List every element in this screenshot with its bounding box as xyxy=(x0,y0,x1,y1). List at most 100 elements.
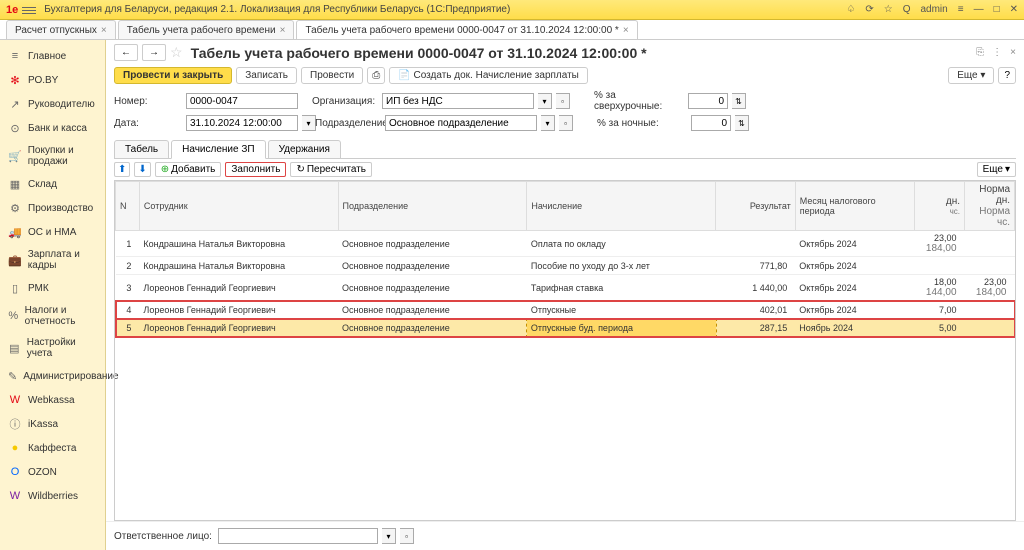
calendar-icon[interactable]: ▾ xyxy=(302,115,316,131)
help-button[interactable]: ? xyxy=(998,67,1016,84)
pct-night-field[interactable] xyxy=(691,115,731,131)
dropdown-icon[interactable]: ▾ xyxy=(382,528,396,544)
sidebar-item[interactable]: %Налоги и отчетность xyxy=(0,300,105,332)
write-button[interactable]: Записать xyxy=(236,67,297,84)
pct-over-label: % за сверхурочные: xyxy=(594,90,684,112)
add-row-button[interactable]: ⊕Добавить xyxy=(155,162,222,177)
table-row[interactable]: 5Лореонов Геннадий ГеоргиевичОсновное по… xyxy=(116,319,1015,337)
col-accr[interactable]: Начисление xyxy=(527,182,716,231)
dept-field[interactable] xyxy=(385,115,537,131)
user-label[interactable]: admin xyxy=(920,4,947,15)
open-icon[interactable]: ▫ xyxy=(400,528,414,544)
table-row[interactable]: 1Кондрашина Наталья ВикторовнаОсновное п… xyxy=(116,231,1015,257)
nav-fwd-button[interactable]: → xyxy=(142,44,166,61)
table-row[interactable]: 2Кондрашина Наталья ВикторовнаОсновное п… xyxy=(116,257,1015,275)
favorite-icon[interactable]: ☆ xyxy=(884,4,893,15)
sidebar-icon: O xyxy=(8,465,22,479)
sidebar-item[interactable]: ⓘiKassa xyxy=(0,412,105,436)
sidebar-item[interactable]: ▦Склад xyxy=(0,172,105,196)
date-field[interactable] xyxy=(186,115,298,131)
sidebar-item[interactable]: WWildberries xyxy=(0,484,105,508)
tab-timesheet-list[interactable]: Табель учета рабочего времени× xyxy=(118,20,295,39)
sidebar-item[interactable]: ✻РО.BY xyxy=(0,68,105,92)
col-dept[interactable]: Подразделение xyxy=(338,182,527,231)
search-icon[interactable]: Q xyxy=(903,4,911,15)
close-icon[interactable]: × xyxy=(623,25,629,36)
settings-icon[interactable]: ≡ xyxy=(958,4,964,15)
pct-over-field[interactable] xyxy=(688,93,728,109)
app-logo: 1e xyxy=(6,4,18,16)
col-emp[interactable]: Сотрудник xyxy=(139,182,338,231)
pct-night-label: % за ночные: xyxy=(597,118,687,129)
data-table[interactable]: N Сотрудник Подразделение Начисление Рез… xyxy=(114,180,1016,521)
col-n[interactable]: N xyxy=(116,182,140,231)
tab-timesheet-doc[interactable]: Табель учета рабочего времени 0000-0047 … xyxy=(296,20,637,39)
col-period[interactable]: Месяц налогового периода xyxy=(795,182,914,231)
sidebar-item[interactable]: ●Каффеста xyxy=(0,436,105,460)
sidebar-item[interactable]: ≡Главное xyxy=(0,44,105,68)
more-button[interactable]: Еще ▾ xyxy=(948,67,994,84)
menu-icon[interactable] xyxy=(22,5,36,15)
sidebar-item[interactable]: ⚙Производство xyxy=(0,196,105,220)
history-icon[interactable]: ⟳ xyxy=(865,4,873,15)
sidebar-label: ОС и НМА xyxy=(28,227,76,238)
star-icon[interactable]: ☆ xyxy=(170,44,183,61)
open-icon[interactable]: ▫ xyxy=(556,93,570,109)
number-field[interactable] xyxy=(186,93,298,109)
sidebar-icon: ✻ xyxy=(8,73,22,87)
close-icon[interactable]: × xyxy=(280,25,286,36)
sidebar-item[interactable]: 🚚ОС и НМА xyxy=(0,220,105,244)
movements-button[interactable]: ⎙ xyxy=(367,67,385,84)
sidebar-item[interactable]: ▯РМК xyxy=(0,276,105,300)
sidebar-item[interactable]: 💼Зарплата и кадры xyxy=(0,244,105,276)
stepper-icon[interactable]: ⇅ xyxy=(732,93,746,109)
maximize-icon[interactable]: □ xyxy=(994,4,1000,15)
table-row[interactable]: 3Лореонов Геннадий ГеоргиевичОсновное по… xyxy=(116,275,1015,301)
post-close-button[interactable]: Провести и закрыть xyxy=(114,67,232,84)
sidebar-icon: ▯ xyxy=(8,281,22,295)
nav-back-button[interactable]: ← xyxy=(114,44,138,61)
fill-button[interactable]: Заполнить xyxy=(225,162,286,177)
move-up-button[interactable]: ⬆ xyxy=(114,162,130,177)
dropdown-icon[interactable]: ▾ xyxy=(538,93,552,109)
stepper-icon[interactable]: ⇅ xyxy=(735,115,749,131)
dropdown-icon[interactable]: ▾ xyxy=(541,115,555,131)
post-button[interactable]: Провести xyxy=(301,67,363,84)
create-payroll-button[interactable]: 📄 Создать док. Начисление зарплаты xyxy=(389,67,588,84)
close-icon[interactable]: ✕ xyxy=(1010,4,1018,15)
table-row[interactable]: 4Лореонов Геннадий ГеоргиевичОсновное по… xyxy=(116,301,1015,319)
subtab-payroll[interactable]: Начисление ЗП xyxy=(171,140,265,159)
sidebar-icon: ↗ xyxy=(8,97,22,111)
sidebar-label: Производство xyxy=(28,203,93,214)
close-icon[interactable]: × xyxy=(101,25,107,36)
subtab-deductions[interactable]: Удержания xyxy=(268,140,341,158)
more-icon[interactable]: ⋮ xyxy=(992,47,1002,58)
sidebar-label: Зарплата и кадры xyxy=(28,249,97,271)
minimize-icon[interactable]: — xyxy=(974,4,984,15)
sidebar-item[interactable]: ▤Настройки учета xyxy=(0,332,105,364)
sidebar-label: iKassa xyxy=(28,419,58,430)
close-doc-icon[interactable]: × xyxy=(1010,47,1016,58)
sidebar-item[interactable]: ↗Руководителю xyxy=(0,92,105,116)
bell-icon[interactable]: ♤ xyxy=(846,4,855,15)
org-field[interactable] xyxy=(382,93,534,109)
sidebar-item[interactable]: ✎Администрирование xyxy=(0,364,105,388)
responsible-field[interactable] xyxy=(218,528,378,544)
subtab-timesheet[interactable]: Табель xyxy=(114,140,169,158)
col-result[interactable]: Результат xyxy=(716,182,796,231)
sidebar-icon: 🛒 xyxy=(8,149,22,163)
dept-label: Подразделение: xyxy=(315,118,381,129)
open-icon[interactable]: ▫ xyxy=(559,115,573,131)
sidebar-item[interactable]: WWebkassa xyxy=(0,388,105,412)
recalc-button[interactable]: ↻ Пересчитать xyxy=(290,162,372,177)
number-label: Номер: xyxy=(114,96,182,107)
sidebar-item[interactable]: 🛒Покупки и продажи xyxy=(0,140,105,172)
table-more-button[interactable]: Еще ▾ xyxy=(977,162,1016,177)
col-days[interactable]: дн.чс. xyxy=(915,182,965,231)
move-down-button[interactable]: ⬇ xyxy=(134,162,150,177)
col-norm[interactable]: Норма дн.Норма чс. xyxy=(965,182,1015,231)
sidebar-item[interactable]: OOZON xyxy=(0,460,105,484)
sidebar-item[interactable]: ⊙Банк и касса xyxy=(0,116,105,140)
link-icon[interactable]: ⎘ xyxy=(976,47,984,58)
tab-vacation[interactable]: Расчет отпускных× xyxy=(6,20,116,39)
